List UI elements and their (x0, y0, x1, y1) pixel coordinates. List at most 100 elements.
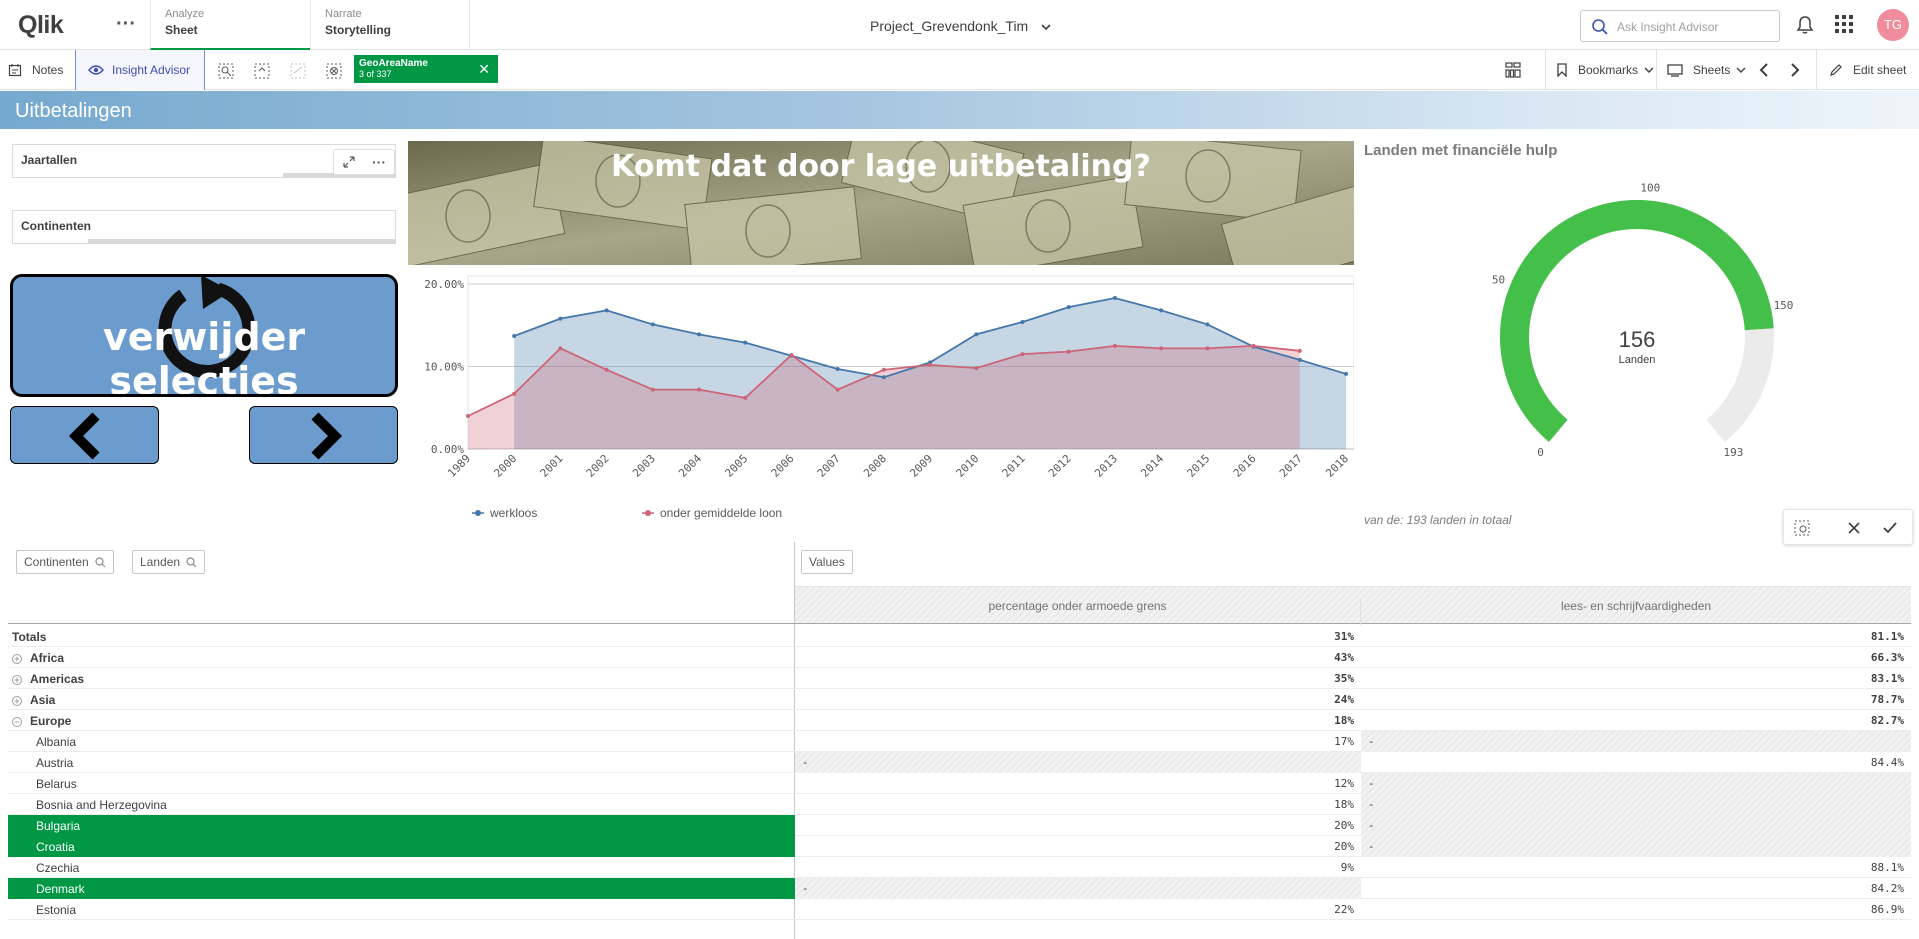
data-point (835, 387, 840, 392)
table-row[interactable]: Austria - 84.4% (8, 752, 1911, 773)
insight-advisor-button[interactable]: Insight Advisor (75, 50, 205, 90)
bell-icon[interactable] (1796, 15, 1814, 35)
lasso-select-icon[interactable] (1794, 520, 1810, 536)
table-row[interactable]: Czechia 9% 88.1% (8, 857, 1911, 878)
x-tick-label: 2001 (538, 452, 566, 480)
banner-heading: Komt dat door lage uitbetaling? (611, 149, 1151, 184)
data-point (1205, 322, 1210, 327)
data-point (650, 322, 655, 327)
row-dimension-cell[interactable]: + Africa (8, 647, 795, 668)
row-dimension-cell[interactable]: + Americas (8, 668, 795, 689)
tab-analyze-sheet[interactable]: Analyze Sheet (150, 0, 310, 50)
apps-grid-icon[interactable] (1835, 15, 1853, 33)
column-header-literacy[interactable]: lees- en schrijfvaardigheden (1361, 599, 1911, 613)
previous-sheet-button[interactable] (10, 406, 159, 464)
grid-view-icon[interactable] (1505, 62, 1521, 78)
row-label: Denmark (36, 882, 85, 896)
smart-search-icon[interactable] (218, 63, 234, 79)
notes-button[interactable]: Notes (8, 50, 63, 90)
data-point (466, 414, 470, 418)
row-dimension-cell[interactable]: + Asia (8, 689, 795, 710)
data-point (743, 340, 748, 345)
more-options-icon[interactable]: ··· (372, 154, 386, 170)
user-avatar[interactable]: TG (1877, 9, 1909, 41)
row-label: Bulgaria (36, 819, 81, 833)
search-placeholder: Ask Insight Advisor (1617, 20, 1719, 34)
dimension-chip-landen[interactable]: Landen (132, 550, 206, 574)
previous-sheet-icon[interactable] (1758, 63, 1770, 77)
row-dimension-cell[interactable]: Bosnia and Herzegovina (8, 794, 795, 815)
cell-poverty: 43% (1334, 651, 1354, 664)
row-dimension-cell[interactable]: Croatia (8, 836, 795, 857)
table-row[interactable]: + Asia 24% 78.7% (8, 689, 1911, 710)
row-dimension-cell[interactable]: Denmark (8, 878, 795, 899)
row-dimension-cell[interactable]: Totals (8, 626, 795, 647)
table-row[interactable]: Albania 17% - (8, 731, 1911, 752)
clear-selections-icon[interactable] (326, 63, 342, 79)
expand-icon[interactable]: + (12, 653, 22, 664)
collapse-icon[interactable]: − (12, 716, 22, 727)
table-row[interactable]: Denmark - 84.2% (8, 878, 1911, 899)
sheets-button[interactable]: Sheets (1656, 50, 1746, 90)
row-label: Austria (36, 756, 74, 770)
gauge-tick-label: 0 (1537, 446, 1544, 459)
row-dimension-cell[interactable]: Estonia (8, 899, 795, 920)
row-dimension-cell[interactable]: Bulgaria (8, 815, 795, 836)
table-row[interactable]: Croatia 20% - (8, 836, 1911, 857)
expand-icon[interactable]: + (12, 695, 22, 706)
insight-search-input[interactable]: Ask Insight Advisor (1580, 10, 1780, 42)
app-title: Project_Grevendonk_Tim (870, 18, 1029, 34)
step-back-icon[interactable] (290, 63, 306, 79)
row-dimension-cell[interactable]: Austria (8, 752, 795, 773)
column-header-poverty[interactable]: percentage onder armoede grens (795, 599, 1361, 625)
cell-literacy: 66.3% (1870, 651, 1904, 664)
dimension-chip-continenten[interactable]: Continenten (16, 550, 114, 574)
filter-jaartallen[interactable]: Jaartallen ··· (12, 144, 396, 178)
row-dimension-cell[interactable]: Czechia (8, 857, 795, 878)
filter-continenten[interactable]: Continenten (12, 210, 396, 244)
table-row[interactable]: Belarus 12% - (8, 773, 1911, 794)
table-row[interactable]: − Europe 18% 82.7% (8, 710, 1911, 731)
cell-poverty: 35% (1334, 672, 1354, 685)
gauge-footnote: van de: 193 landen in totaal (1364, 513, 1512, 527)
table-row[interactable]: Estonia 22% 86.9% (8, 899, 1911, 920)
row-dimension-cell[interactable]: Albania (8, 731, 795, 752)
lasso-select-icon[interactable] (254, 63, 270, 79)
edit-sheet-button[interactable]: Edit sheet (1816, 50, 1906, 90)
x-tick-label: 2010 (954, 452, 982, 480)
table-row[interactable]: + Africa 43% 66.3% (8, 647, 1911, 668)
x-tick-label: 2007 (815, 452, 843, 480)
next-sheet-icon[interactable] (1789, 63, 1801, 77)
unemployment-wage-chart[interactable]: 20.00% 10.00% 0.00%1989 2000 2001 2002 2003 200… (408, 270, 1354, 530)
bookmarks-button[interactable]: Bookmarks (1545, 50, 1654, 90)
values-chip[interactable]: Values (801, 550, 853, 574)
data-point (697, 332, 702, 337)
app-title-dropdown[interactable]: Project_Grevendonk_Tim (870, 18, 1052, 34)
clear-selections-button[interactable]: verwijder selecties (10, 274, 398, 397)
more-menu-icon[interactable]: ··· (116, 13, 136, 36)
x-tick-label: 1989 (445, 452, 473, 480)
table-row[interactable]: Bosnia and Herzegovina 18% - (8, 794, 1911, 815)
confirm-selection-icon[interactable] (1882, 520, 1898, 536)
row-dimension-cell[interactable]: − Europe (8, 710, 795, 731)
expand-icon[interactable]: + (12, 674, 22, 685)
row-dimension-cell[interactable]: Belarus (8, 773, 795, 794)
table-row[interactable]: Totals 31% 81.1% (8, 626, 1911, 647)
next-sheet-button[interactable] (249, 406, 398, 464)
qlik-logo[interactable]: Qlik (18, 11, 64, 40)
countries-gauge[interactable]: 0 50 100 150 193 156 Landen (1364, 165, 1911, 465)
row-label: Americas (30, 672, 85, 686)
close-icon[interactable]: ✕ (478, 61, 490, 78)
cancel-selection-icon[interactable] (1846, 520, 1862, 536)
expand-icon[interactable] (342, 155, 356, 169)
sheet-title-bar: Uitbetalingen (0, 91, 1919, 129)
table-row[interactable]: + Americas 35% 83.1% (8, 668, 1911, 689)
gauge-tick-label: 100 (1640, 182, 1660, 195)
selection-chip-geoareaname[interactable]: GeoAreaName 3 of 337 ✕ (354, 55, 498, 83)
edit-sheet-label: Edit sheet (1853, 63, 1907, 77)
table-row[interactable]: Bulgaria 20% - (8, 815, 1911, 836)
row-label: Croatia (36, 840, 75, 854)
row-label: Totals (12, 630, 47, 644)
cell-literacy: 88.1% (1870, 861, 1904, 874)
tab-narrate-storytelling[interactable]: Narrate Storytelling (310, 0, 470, 50)
